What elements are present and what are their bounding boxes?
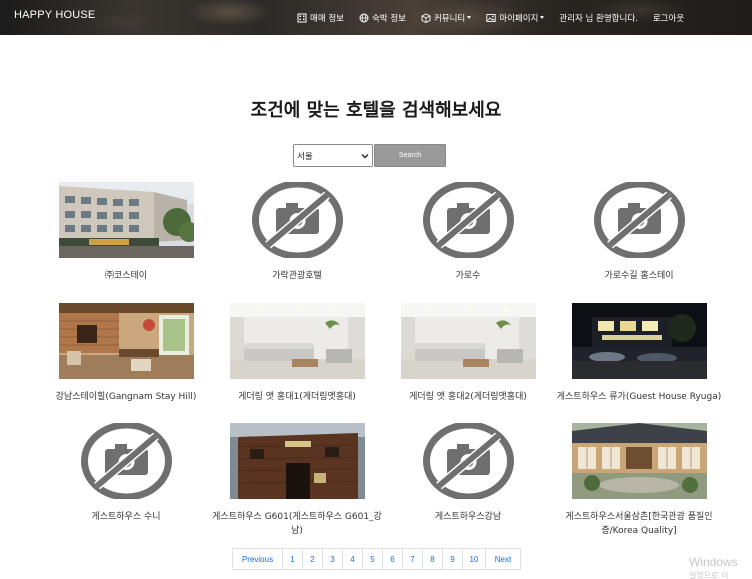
windows-activation-watermark: Windows [689, 555, 738, 569]
hotel-name[interactable]: ㈜코스테이 [41, 269, 211, 283]
hotel-name[interactable]: 게더링 앳 홍대1(게더링앳홍대) [212, 390, 382, 404]
top-navbar: HAPPY HOUSE 매매 정보 숙박 정보 커뮤니티 마이페이지 관리자 님… [0, 0, 752, 35]
search-bar: 서울 Search [293, 144, 446, 167]
hotel-name[interactable]: 가로수 [383, 269, 553, 283]
hotel-name[interactable]: 강남스테이힐(Gangnam Stay Hill) [41, 390, 211, 404]
hotel-card[interactable]: 강남스테이힐(Gangnam Stay Hill) [41, 303, 211, 404]
hotel-photo-cafe[interactable] [58, 303, 194, 379]
building-icon [297, 13, 307, 22]
pagination-page[interactable]: 9 [442, 548, 463, 570]
city-select[interactable]: 서울 [293, 144, 373, 167]
pagination-previous[interactable]: Previous [232, 548, 283, 570]
hotel-name[interactable]: 게더링 앳 홍대2(게더링앳홍대) [383, 390, 553, 404]
hotel-card[interactable]: ㈜코스테이 [41, 182, 211, 283]
hotel-card[interactable]: 게스트하우스 수니 [41, 423, 211, 524]
chevron-down-icon [540, 16, 545, 19]
pagination-page[interactable]: 5 [362, 548, 383, 570]
pagination-page[interactable]: 4 [342, 548, 363, 570]
chevron-down-icon [361, 153, 369, 158]
hotel-name[interactable]: 게스트하우스 류가(Guest House Ryuga) [554, 390, 724, 404]
nav-item-label: 관리자 님 환영합니다. [559, 13, 638, 24]
nav-item-label: 마이페이지 [499, 13, 539, 24]
nav-item-label: 로그아웃 [652, 13, 685, 24]
hotel-card[interactable]: 가락관광호텔 [212, 182, 382, 283]
hotel-photo-livingroom[interactable] [229, 303, 365, 379]
nav-menu: 매매 정보 숙박 정보 커뮤니티 마이페이지 관리자 님 환영합니다. 로그아웃 [297, 0, 699, 35]
pagination: Previous 1 2 3 4 5 6 7 8 9 10 Next [232, 548, 521, 570]
hotel-name[interactable]: 게스트하우스 G601(게스트하우스 G601_강남) [212, 510, 382, 538]
hotel-card[interactable]: 가로수길 홈스테이 [554, 182, 724, 283]
nav-item-mypage[interactable]: 마이페이지 [486, 12, 545, 24]
nav-item-label: 숙박 정보 [371, 13, 406, 24]
pagination-page[interactable]: 3 [322, 548, 343, 570]
globe-icon [359, 13, 369, 22]
nav-item-label: 매매 정보 [310, 13, 344, 24]
page-title: 조건에 맞는 호텔을 검색해보세요 [250, 100, 502, 121]
chevron-down-icon [467, 16, 472, 19]
hotel-card[interactable]: 게스트하우스 G601(게스트하우스 G601_강남) [212, 423, 382, 538]
no-photo-icon[interactable] [230, 182, 365, 258]
no-photo-icon[interactable] [572, 182, 707, 258]
hotel-card[interactable]: 게더링 앳 홍대1(게더링앳홍대) [212, 303, 382, 404]
hotel-card[interactable]: 게스트하우스 류가(Guest House Ryuga) [554, 303, 724, 404]
pagination-page[interactable]: 8 [422, 548, 443, 570]
pagination-page[interactable]: 6 [382, 548, 403, 570]
hotel-photo-building[interactable] [58, 182, 194, 258]
nav-item-sales-info[interactable]: 매매 정보 [297, 12, 344, 24]
windows-activation-watermark-sub: 설정으로 이 [689, 571, 729, 579]
search-button[interactable]: Search [374, 144, 446, 167]
hotel-name[interactable]: 게스트하우스 수니 [41, 510, 211, 524]
hotel-card[interactable]: 게더링 앳 홍대2(게더링앳홍대) [383, 303, 553, 404]
hotel-name[interactable]: 게스트하우스서울삼촌[한국관광 품질인증/Korea Quality] [554, 510, 724, 538]
nav-item-logout[interactable]: 로그아웃 [653, 12, 684, 24]
hotel-photo-night[interactable] [571, 303, 707, 379]
pagination-page[interactable]: 7 [402, 548, 423, 570]
nav-item-label: 커뮤니티 [433, 13, 466, 24]
pagination-page[interactable]: 2 [302, 548, 323, 570]
hotel-photo-brick[interactable] [229, 423, 365, 499]
pagination-next[interactable]: Next [485, 548, 521, 570]
nav-item-community[interactable]: 커뮤니티 [421, 12, 472, 24]
nav-item-welcome[interactable]: 관리자 님 환영합니다. [559, 12, 638, 24]
no-photo-icon[interactable] [401, 423, 536, 499]
hotel-photo-livingroom[interactable] [400, 303, 536, 379]
hotel-name[interactable]: 게스트하우스강남 [383, 510, 553, 524]
nav-item-lodging-info[interactable]: 숙박 정보 [359, 12, 406, 24]
pagination-page[interactable]: 10 [462, 548, 486, 570]
no-photo-icon[interactable] [401, 182, 536, 258]
brand-logo-link[interactable]: HAPPY HOUSE [14, 9, 95, 21]
city-select-value: 서울 [297, 151, 313, 162]
hotel-card[interactable]: 가로수 [383, 182, 553, 283]
no-photo-icon[interactable] [59, 423, 194, 499]
hotel-card[interactable]: 게스트하우스강남 [383, 423, 553, 524]
hotel-name[interactable]: 가락관광호텔 [212, 269, 382, 283]
box-icon [421, 12, 431, 23]
image-icon [486, 13, 496, 22]
pagination-page[interactable]: 1 [282, 548, 303, 570]
hotel-name[interactable]: 가로수길 홈스테이 [554, 269, 724, 283]
hotel-card[interactable]: 게스트하우스서울삼촌[한국관광 품질인증/Korea Quality] [554, 423, 724, 538]
hotel-photo-hanok[interactable] [571, 423, 707, 499]
